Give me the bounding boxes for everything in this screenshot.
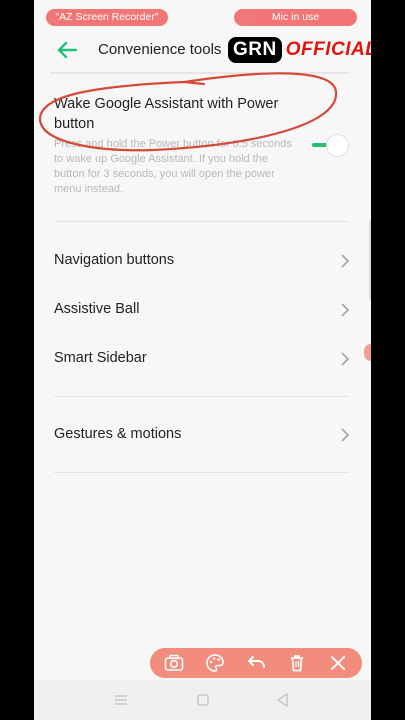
menu-icon[interactable] — [112, 692, 130, 708]
palette-icon[interactable] — [202, 651, 228, 675]
menu-item-label: Navigation buttons — [54, 252, 175, 268]
undo-icon[interactable] — [243, 651, 269, 675]
home-icon[interactable] — [194, 692, 212, 708]
smart-sidebar-handle[interactable] — [364, 344, 371, 361]
chevron-right-icon — [341, 352, 350, 366]
menu-item-label: Assistive Ball — [54, 301, 140, 317]
recorder-toolbar — [150, 648, 362, 678]
system-nav-bar — [34, 680, 371, 720]
scrollbar[interactable] — [369, 220, 371, 300]
menu-item-smart-sidebar[interactable]: Smart Sidebar — [54, 344, 350, 374]
menu-item-label: Gestures & motions — [54, 426, 182, 442]
chevron-right-icon — [341, 303, 350, 317]
close-icon[interactable] — [325, 651, 351, 675]
chevron-right-icon — [341, 254, 350, 268]
section-divider — [54, 221, 349, 222]
menu-item-assistive-ball[interactable]: Assistive Ball — [54, 295, 350, 325]
menu-item-label: Smart Sidebar — [54, 350, 147, 366]
section-divider — [54, 472, 349, 473]
menu-item-navigation-buttons[interactable]: Navigation buttons — [54, 246, 350, 276]
chevron-right-icon — [341, 428, 350, 442]
section-divider — [54, 396, 349, 397]
trash-icon[interactable] — [284, 651, 310, 675]
phone-screen: "AZ Screen Recorder" Mic in use Convenie… — [34, 0, 371, 720]
back-triangle-icon[interactable] — [274, 692, 292, 708]
menu-item-gestures-motions[interactable]: Gestures & motions — [54, 420, 350, 450]
camera-icon[interactable] — [161, 651, 187, 675]
